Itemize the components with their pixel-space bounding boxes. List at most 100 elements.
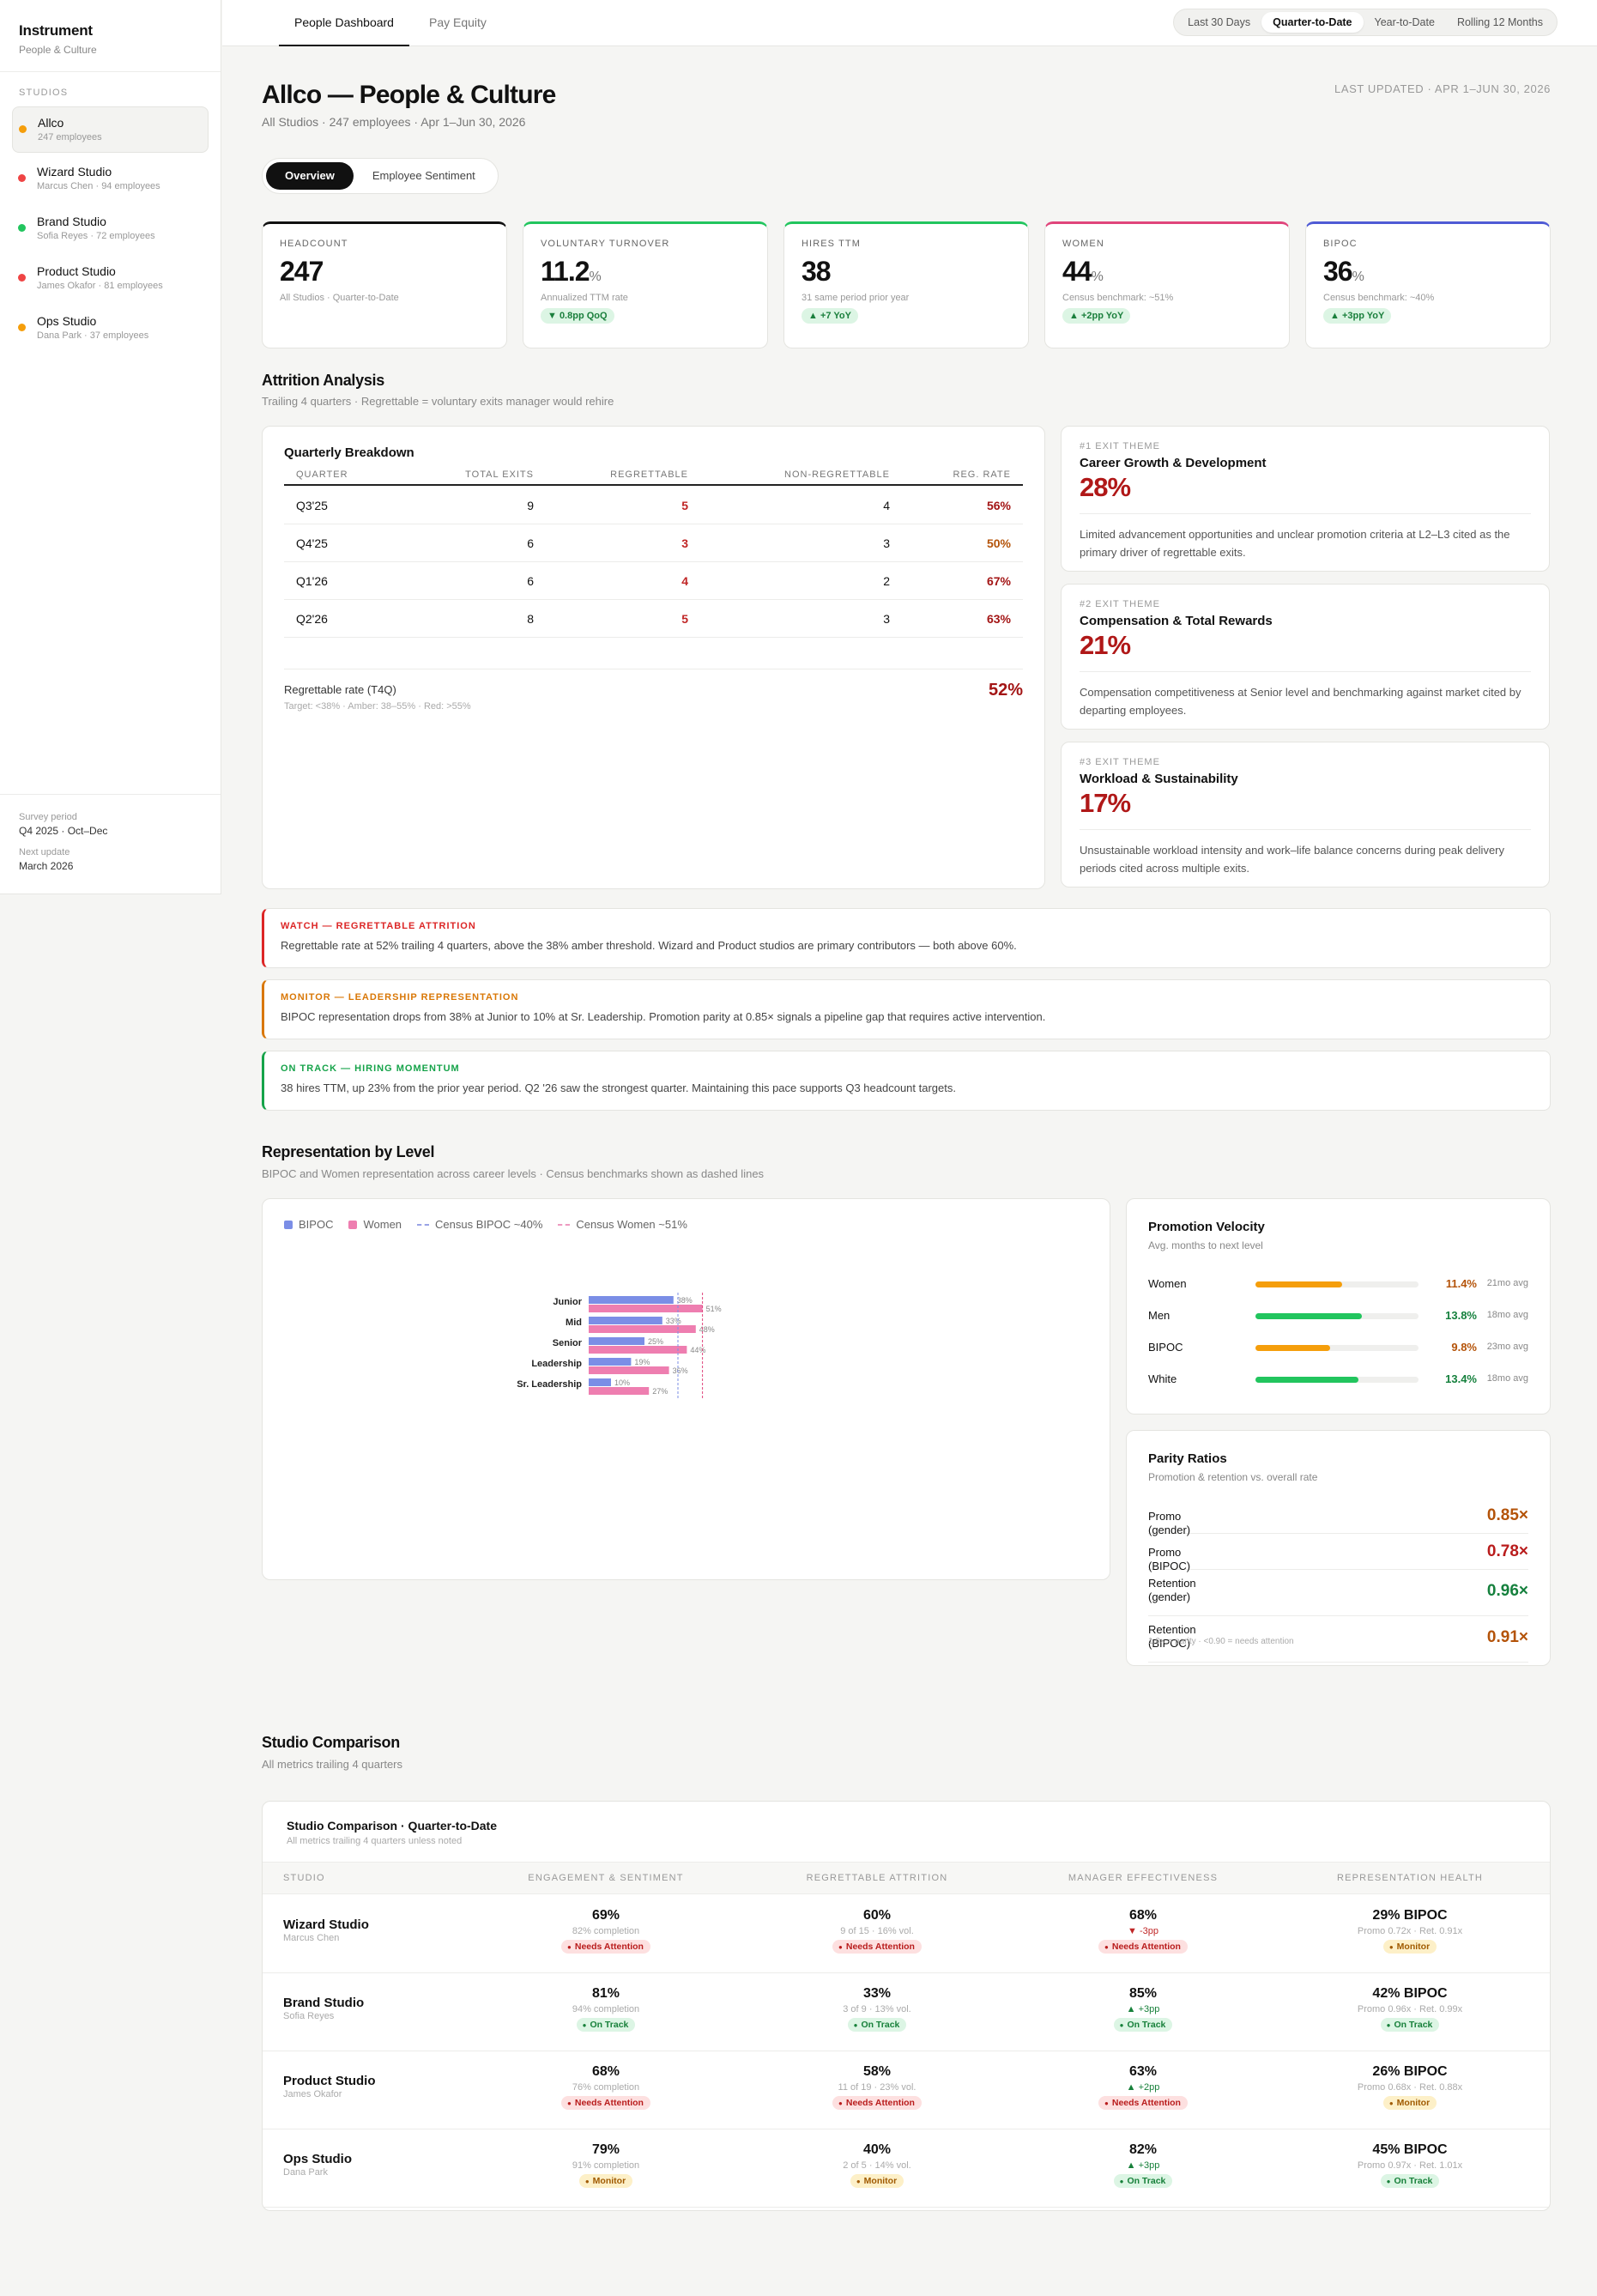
cell-regrettable: 5 bbox=[681, 499, 688, 512]
col-engagement: ENGAGEMENT & SENTIMENT bbox=[528, 1873, 684, 1883]
kpi-label: WOMEN bbox=[1062, 239, 1104, 249]
col-manager-effectiveness: MANAGER EFFECTIVENESS bbox=[1068, 1873, 1219, 1883]
bar-women-senior bbox=[589, 1346, 687, 1354]
status-badge: Monitor bbox=[850, 2174, 904, 2188]
kpi-subtext: All Studios · Quarter-to-Date bbox=[280, 293, 399, 303]
tab-people-dashboard[interactable]: People Dashboard bbox=[279, 0, 409, 46]
table-row[interactable]: Ops StudioDana Park 79% 91% completion Moni… bbox=[263, 2129, 1550, 2208]
alert-banner: ON TRACK — HIRING MOMENTUM 38 hires TTM, … bbox=[262, 1051, 1551, 1111]
metric-cell-eng: 68% 76% completion Needs Attention bbox=[486, 2064, 726, 2110]
parity-value: 0.85× bbox=[1486, 1506, 1528, 1524]
promotion-velocity-title: Promotion Velocity bbox=[1148, 1220, 1265, 1234]
tab-pay-equity[interactable]: Pay Equity bbox=[422, 0, 493, 46]
table-row[interactable]: Product Studio James Okafor 68% 76% complet… bbox=[263, 2051, 1550, 2129]
sidebar-item-label: Brand Studio bbox=[37, 215, 106, 228]
sidebar-item-brand-studio[interactable]: Brand Studio Sofia Reyes · 72 employees bbox=[12, 206, 209, 252]
parity-label: Retention (gender) bbox=[1148, 1577, 1196, 1603]
table-row[interactable]: Wizard Studio Marcus Chen 69% 82% completio… bbox=[263, 1895, 1550, 1973]
promotion-bar-track bbox=[1255, 1377, 1419, 1383]
metric-cell-rep: 42% BIPOC Promo 0.96x · Ret. 0.99x On Trac… bbox=[1290, 1986, 1530, 2032]
metric-detail: 3 of 9 · 13% vol. bbox=[843, 2004, 911, 2014]
category-label: Senior bbox=[553, 1338, 583, 1348]
bar-women-sr-leadership bbox=[589, 1387, 650, 1395]
promotion-avg: 18mo avg bbox=[1486, 1310, 1528, 1320]
parity-row: Promo (gender) 0.85× bbox=[1148, 1498, 1528, 1536]
sidebar-item-wizard-studio[interactable]: Wizard Studio Marcus Chen · 94 employees bbox=[12, 156, 209, 203]
range-quarter-to-date[interactable]: Quarter-to-Date bbox=[1261, 12, 1364, 33]
metric-detail: Promo 0.68x · Ret. 0.88x bbox=[1357, 2082, 1463, 2093]
metric-delta: ▲ +2pp bbox=[1126, 2082, 1160, 2093]
status-badge: Monitor bbox=[578, 2174, 633, 2188]
kpi-card-voluntary-turnover: VOLUNTARY TURNOVER 11.2% Annualized TTM ra… bbox=[523, 221, 768, 348]
kpi-value-row: 247 bbox=[280, 256, 489, 288]
toggle-employee-sentiment[interactable]: Employee Sentiment bbox=[354, 162, 494, 190]
sidebar-item-product-studio[interactable]: Product Studio James Okafor · 81 employee… bbox=[12, 256, 209, 302]
sidebar-footer: Survey period Q4 2025 · Oct–Dec Next upd… bbox=[0, 794, 221, 894]
range-last-30-days[interactable]: Last 30 Days bbox=[1177, 12, 1261, 33]
promotion-group-label: Women bbox=[1148, 1277, 1187, 1290]
cell-non-regrettable: 3 bbox=[883, 536, 890, 550]
status-badge: Needs Attention bbox=[1098, 2096, 1188, 2110]
kpi-delta-badge: ▼ 0.8pp QoQ bbox=[541, 308, 614, 324]
metric-cell-att: 40% 2 of 5 · 14% vol. Monitor bbox=[757, 2142, 997, 2188]
promotion-bar-track bbox=[1255, 1345, 1419, 1351]
studio-name: Ops Studio bbox=[283, 2152, 352, 2166]
regrettable-rate-note: Target: <38% · Amber: 38–55% · Red: >55% bbox=[284, 701, 471, 712]
toggle-overview[interactable]: Overview bbox=[266, 162, 354, 190]
bar-value-label: 25% bbox=[648, 1337, 663, 1346]
sidebar-item-allco[interactable]: Allco 247 employees bbox=[12, 106, 209, 153]
metric-cell-mgr: 82% ▲ +3pp On Track bbox=[1023, 2142, 1263, 2188]
range-year-to-date[interactable]: Year-to-Date bbox=[1364, 12, 1446, 33]
studio-name: Wizard Studio bbox=[283, 1917, 369, 1932]
promotion-row: Women 11.4% 21mo avg bbox=[1148, 1273, 1528, 1304]
metric-cell-eng: 81% 94% completion On Track bbox=[486, 1986, 726, 2032]
studio-name: Product Studio bbox=[283, 2074, 376, 2088]
category-label: Sr. Leadership bbox=[517, 1379, 582, 1390]
bar-value-label: 51% bbox=[706, 1305, 722, 1313]
kpi-value-row: 44% bbox=[1062, 256, 1272, 288]
status-dot bbox=[19, 125, 27, 133]
promotion-row: BIPOC 9.8% 23mo avg bbox=[1148, 1336, 1528, 1367]
status-dot bbox=[18, 274, 26, 282]
metric-cell-eng: 79% 91% completion Monitor bbox=[486, 2142, 726, 2188]
metric-detail: Promo 0.97x · Ret. 1.01x bbox=[1357, 2160, 1463, 2171]
next-update-value: March 2026 bbox=[19, 860, 74, 872]
status-badge: Needs Attention bbox=[561, 1940, 650, 1954]
quarterly-breakdown-card: Quarterly Breakdown QUARTER TOTAL EXITS … bbox=[262, 426, 1045, 889]
kpi-unit: % bbox=[1091, 270, 1104, 284]
brand: Instrument People & Culture bbox=[0, 0, 221, 72]
cell-quarter: Q2'26 bbox=[296, 612, 328, 626]
metric-cell-eng: 69% 82% completion Needs Attention bbox=[486, 1908, 726, 1954]
col-total-exits: TOTAL EXITS bbox=[465, 469, 534, 480]
promotion-rate: 13.8% bbox=[1445, 1309, 1477, 1322]
range-rolling-12-months[interactable]: Rolling 12 Months bbox=[1446, 12, 1554, 33]
page-title: Allco — People & Culture bbox=[262, 81, 556, 109]
metric-detail: 94% completion bbox=[572, 2004, 640, 2014]
exit-theme-description: Compensation competitiveness at Senior l… bbox=[1080, 671, 1531, 719]
bar-bipoc-leadership bbox=[589, 1358, 632, 1366]
metric-detail: 9 of 15 · 16% vol. bbox=[840, 1926, 914, 1936]
table-row[interactable]: Brand Studio Sofia Reyes 81% 94% completion… bbox=[263, 1973, 1550, 2051]
col-quarter: QUARTER bbox=[296, 469, 348, 480]
sidebar-item-ops-studio[interactable]: Ops Studio Dana Park · 37 employees bbox=[12, 306, 209, 352]
col-regrettable-attrition: REGRETTABLE ATTRITION bbox=[806, 1873, 948, 1883]
bar-bipoc-senior bbox=[589, 1337, 644, 1345]
representation-subtitle: BIPOC and Women representation across ca… bbox=[262, 1167, 765, 1180]
status-badge: Needs Attention bbox=[1098, 1940, 1188, 1954]
metric-cell-rep: 45% BIPOC Promo 0.97x · Ret. 1.01x On Trac… bbox=[1290, 2142, 1530, 2188]
exit-theme-name: Compensation & Total Rewards bbox=[1080, 614, 1273, 628]
metric-cell-att: 58% 11 of 19 · 23% vol. Needs Attention bbox=[757, 2064, 997, 2110]
promotion-avg: 21mo avg bbox=[1486, 1278, 1528, 1288]
promotion-rate: 11.4% bbox=[1445, 1277, 1477, 1290]
promotion-row: White 13.4% 18mo avg bbox=[1148, 1368, 1528, 1399]
kpi-unit: % bbox=[589, 270, 602, 284]
promotion-rate: 13.4% bbox=[1445, 1372, 1477, 1385]
sidebar-item-meta: Marcus Chen · 94 employees bbox=[37, 181, 160, 191]
cell-reg-rate: 50% bbox=[986, 536, 1011, 550]
top-bar: People Dashboard Pay Equity Last 30 Days… bbox=[222, 0, 1597, 46]
bar-women-leadership bbox=[589, 1366, 669, 1374]
parity-value: 0.96× bbox=[1486, 1582, 1528, 1600]
parity-value: 0.78× bbox=[1486, 1542, 1528, 1560]
comparison-subtitle: All metrics trailing 4 quarters bbox=[262, 1758, 402, 1771]
parity-note: 1.0× = parity · <0.90 = needs attention bbox=[1148, 1637, 1294, 1646]
